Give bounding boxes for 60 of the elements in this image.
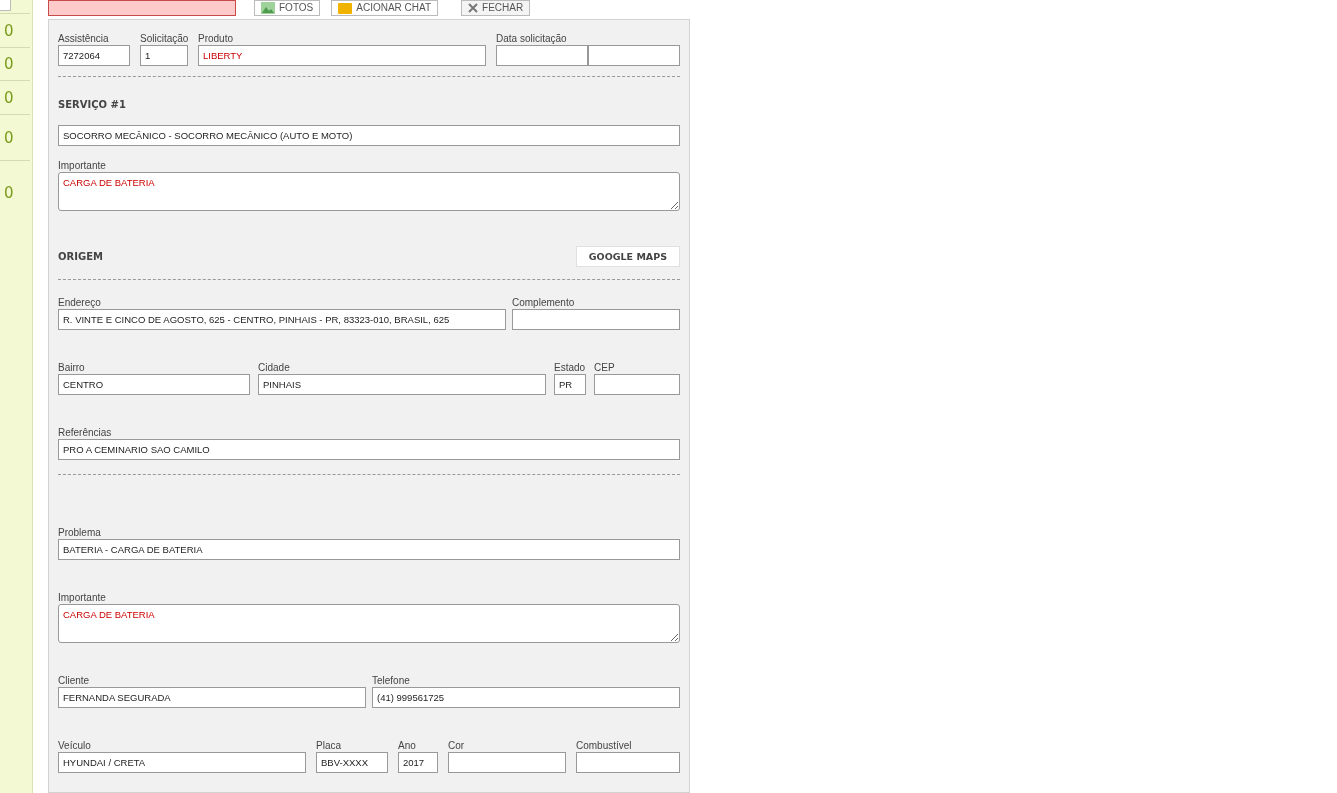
text-field[interactable]: BBV-XXXX <box>316 752 388 773</box>
close-icon <box>468 3 479 13</box>
counter: 0 <box>4 21 14 40</box>
text-field[interactable]: 1 <box>140 45 188 66</box>
sidebar-box <box>0 0 11 11</box>
text-field[interactable]: CENTRO <box>58 374 250 395</box>
counter: 0 <box>4 88 14 107</box>
field-label: Telefone <box>372 674 411 687</box>
field-label: Importante <box>58 591 107 604</box>
field-label: Cidade <box>258 361 291 374</box>
field-label: Estado <box>554 361 586 374</box>
counter: 0 <box>4 55 14 73</box>
text-field[interactable]: FERNANDA SEGURADA <box>58 687 366 708</box>
text-field[interactable] <box>448 752 566 773</box>
text-field[interactable] <box>576 752 680 773</box>
chat-icon <box>338 2 353 14</box>
field-label: Endereço <box>58 296 102 309</box>
field-label: Assistência <box>58 32 110 45</box>
image-icon <box>261 2 275 14</box>
toolbar-button[interactable]: FOTOS <box>254 0 321 16</box>
field-label: Problema <box>58 526 102 539</box>
text-field[interactable]: 7272064 <box>58 45 130 66</box>
toolbar-button[interactable]: FECHAR <box>461 0 531 16</box>
text-field[interactable] <box>512 309 680 330</box>
text-field[interactable]: (41) 999561725 <box>372 687 680 708</box>
text-field[interactable]: BATERIA - CARGA DE BATERIA <box>58 539 680 560</box>
date-field[interactable] <box>496 45 588 66</box>
field-label: Cor <box>448 739 466 752</box>
field-label: Produto <box>198 32 235 45</box>
note-field[interactable]: CARGA DE BATERIA <box>58 604 680 643</box>
text-field[interactable]: PRO A CEMINARIO SAO CAMILO <box>58 439 680 460</box>
field-label: Combustível <box>576 739 633 752</box>
field-label: CEP <box>594 361 616 374</box>
field-label: Complemento <box>512 296 576 309</box>
toolbar-button[interactable]: ACIONAR CHAT <box>331 0 439 16</box>
time-field[interactable] <box>588 45 680 66</box>
map-button[interactable]: GOOGLE MAPS <box>575 246 680 267</box>
text-field[interactable] <box>594 374 680 395</box>
field-label: Placa <box>316 739 342 752</box>
text-field[interactable]: 2017 <box>398 752 438 773</box>
counter: 0 <box>4 184 14 202</box>
field-label: Importante <box>58 159 107 172</box>
section-title: ORIGEM <box>58 251 103 262</box>
section-title: SERVIÇO #1 <box>58 99 126 110</box>
field-label: Veículo <box>58 739 92 752</box>
field-label: Ano <box>398 739 417 752</box>
alert-button[interactable] <box>48 0 236 16</box>
field-label: Cliente <box>58 674 91 687</box>
text-field[interactable]: HYUNDAI / CRETA <box>58 752 306 773</box>
field-label: Bairro <box>58 361 86 374</box>
field-label: Data solicitação <box>496 32 568 45</box>
counter: 0 <box>4 128 14 147</box>
text-field[interactable]: SOCORRO MECÂNICO - SOCORRO MECÂNICO (AUTO E MOTO) <box>58 125 680 146</box>
note-field[interactable]: CARGA DE BATERIA <box>58 172 680 211</box>
field-label: Referências <box>58 426 113 439</box>
text-field[interactable]: R. VINTE E CINCO DE AGOSTO, 625 - CENTRO, PINHAIS - PR, 83323-010, BRASIL, 625 <box>58 309 506 330</box>
field-label: Solicitação <box>140 32 188 45</box>
text-field[interactable]: LIBERTY <box>198 45 486 66</box>
text-field[interactable]: PINHAIS <box>258 374 546 395</box>
text-field[interactable]: PR <box>554 374 586 395</box>
